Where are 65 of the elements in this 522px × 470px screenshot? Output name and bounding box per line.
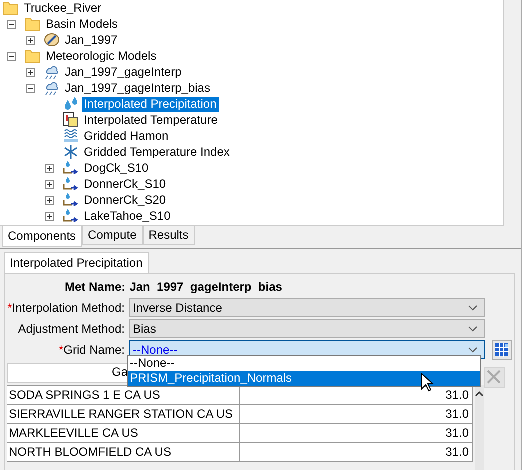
scrollbar[interactable]: [475, 385, 484, 470]
folder-icon: [25, 48, 41, 64]
folder-icon: [25, 16, 41, 32]
expand-icon[interactable]: [45, 164, 54, 172]
dropdown-field[interactable]: Bias: [129, 319, 485, 338]
chevron-up-icon[interactable]: [475, 391, 484, 397]
tree-item[interactable]: DonnerCk_S10: [82, 176, 168, 192]
tree-item[interactable]: Interpolated Temperature: [82, 112, 220, 128]
chevron-down-icon: [468, 304, 478, 310]
close-icon: [486, 369, 502, 385]
water-drops-icon: [63, 96, 79, 112]
tree-item[interactable]: Meteorologic Models: [44, 48, 159, 64]
expand-icon[interactable]: [45, 180, 54, 188]
tree-item[interactable]: DonnerCk_S20: [82, 192, 168, 208]
collapse-icon[interactable]: [7, 52, 16, 60]
met-name-value: Jan_1997_gageInterp_bias: [130, 280, 282, 296]
table-cell: NORTH BLOOMFIELD CA US: [7, 443, 240, 461]
tree-item[interactable]: Jan_1997: [63, 32, 120, 48]
tree-item[interactable]: LakeTahoe_S10: [82, 208, 173, 224]
table-cell: SIERRAVILLE RANGER STATION CA US: [7, 405, 240, 423]
cloud-rain-icon: [44, 80, 60, 96]
table-cell: 31.0: [240, 424, 473, 442]
chevron-down-icon: [468, 346, 478, 352]
collapse-icon[interactable]: [26, 84, 35, 92]
dropdown-field[interactable]: Inverse Distance: [129, 298, 485, 317]
tree-item[interactable]: DogCk_S10: [82, 160, 151, 176]
table-cell: 31.0: [240, 443, 473, 461]
water-waves-icon: [63, 128, 79, 144]
field-label: Grid Name:: [64, 342, 125, 356]
expand-icon[interactable]: [45, 196, 54, 204]
required-marker: *: [8, 300, 12, 314]
tree-item[interactable]: Gridded Temperature Index: [82, 144, 232, 160]
compass-icon: [44, 32, 60, 48]
expand-icon[interactable]: [45, 212, 54, 220]
tab[interactable]: Interpolated Precipitation: [4, 252, 149, 273]
collapse-icon[interactable]: [7, 20, 16, 28]
drop-arrow-icon: [63, 208, 79, 224]
dropdown-option[interactable]: PRISM_Precipitation_Normals: [128, 371, 480, 386]
tab[interactable]: Compute: [82, 226, 143, 245]
tree-item[interactable]: Truckee_River: [22, 0, 104, 16]
table-cell: 31.0: [240, 405, 473, 423]
drop-arrow-icon: [63, 160, 79, 176]
expand-icon[interactable]: [26, 68, 35, 76]
tree-item[interactable]: Gridded Hamon: [82, 128, 171, 144]
table-cell: MARKLEEVILLE CA US: [7, 424, 240, 442]
chevron-down-icon: [468, 326, 478, 332]
tab[interactable]: Results: [142, 226, 195, 245]
chart-document-icon: [63, 112, 79, 128]
required-marker: *: [58, 342, 64, 356]
met-name-label: Met Name:: [65, 280, 126, 296]
drop-arrow-icon: [63, 176, 79, 192]
cloud-rain-icon: [44, 64, 60, 80]
snowflake-icon: [63, 144, 79, 160]
field-label: Interpolation Method:: [12, 300, 125, 314]
drop-arrow-icon: [63, 192, 79, 208]
tab[interactable]: Components: [2, 226, 82, 247]
tree-item[interactable]: Jan_1997_gageInterp: [63, 64, 184, 80]
tree-item[interactable]: Interpolated Precipitation: [82, 96, 219, 112]
folder-icon: [3, 0, 19, 16]
tree-item[interactable]: Basin Models: [44, 16, 120, 32]
tree-item[interactable]: Jan_1997_gageInterp_bias: [63, 80, 212, 96]
dropdown-option[interactable]: --None--: [128, 356, 480, 371]
field-label: Adjustment Method:: [18, 322, 125, 336]
grid-button[interactable]: [492, 340, 512, 360]
expand-icon[interactable]: [26, 36, 35, 44]
